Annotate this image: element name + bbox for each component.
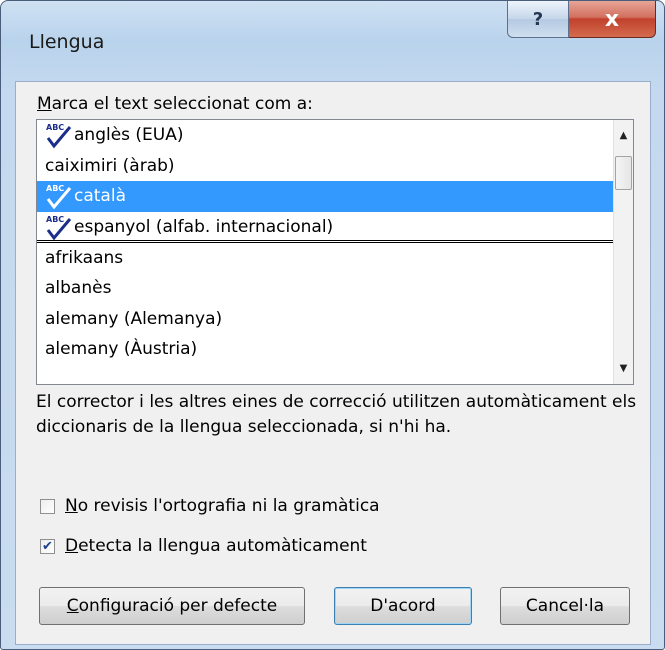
language-name: espanyol (alfab. internacional) [74, 216, 334, 237]
title-bar[interactable]: Llengua ? x [1, 1, 664, 81]
language-name: caiximiri (àrab) [45, 155, 175, 176]
spelling-check-icon: ABC [46, 123, 72, 149]
caption-buttons: ? x [507, 1, 656, 41]
language-name: català [74, 186, 126, 206]
scroll-up-arrow-icon[interactable]: ▲ [614, 126, 633, 145]
cancel-button[interactable]: Cancel·la [500, 587, 630, 625]
no-check-spelling-option[interactable]: No revisis l'ortografia ni la gramàtica [40, 496, 380, 516]
language-list-items: ABC anglès (EUA) caiximiri (àrab) ABC català… [37, 120, 613, 384]
language-name: alemany (Alemanya) [45, 308, 223, 329]
language-list-item[interactable]: alemany (Àustria) [37, 334, 613, 365]
svg-text:ABC: ABC [46, 123, 64, 132]
svg-text:ABC: ABC [46, 215, 64, 224]
language-list-label: Marca el text seleccionat com a: [37, 94, 313, 114]
ok-button[interactable]: D'acord [334, 587, 472, 625]
language-list-item[interactable]: albanès [37, 273, 613, 304]
language-list-item[interactable]: ABC espanyol (alfab. internacional) [37, 212, 613, 243]
svg-text:ABC: ABC [46, 184, 64, 193]
language-list-item[interactable]: ABC català [37, 181, 613, 212]
detect-language-label: Detecta la llengua automàticament [65, 536, 367, 556]
close-button[interactable]: x [569, 1, 656, 38]
detect-language-option[interactable]: ✔ Detecta la llengua automàticament [40, 536, 367, 556]
close-icon: x [604, 6, 620, 32]
language-listbox[interactable]: ABC anglès (EUA) caiximiri (àrab) ABC català… [36, 119, 634, 385]
language-dialog: Llengua ? x Marca el text seleccionat co… [0, 0, 665, 650]
vertical-scrollbar[interactable]: ▲ ▼ [613, 120, 633, 384]
language-list-item[interactable]: ABC anglès (EUA) [37, 120, 613, 151]
language-name: alemany (Àustria) [45, 339, 198, 359]
language-list-item[interactable]: alemany (Alemanya) [37, 304, 613, 335]
info-text: El corrector i les altres eines de corre… [36, 392, 637, 437]
set-default-button[interactable]: Configuració per defecte [39, 587, 305, 625]
spelling-check-icon: ABC [46, 184, 72, 210]
language-list-item[interactable]: caiximiri (àrab) [37, 151, 613, 182]
language-list-item[interactable]: afrikaans [37, 243, 613, 274]
help-button[interactable]: ? [507, 1, 569, 38]
help-icon: ? [532, 8, 544, 30]
spelling-check-icon: ABC [46, 215, 72, 240]
language-name: albanès [45, 278, 112, 298]
language-name: afrikaans [45, 247, 124, 268]
no-check-spelling-checkbox[interactable] [40, 498, 55, 514]
no-check-spelling-label: No revisis l'ortografia ni la gramàtica [65, 496, 380, 516]
scroll-thumb[interactable] [615, 156, 632, 190]
detect-language-checkbox[interactable]: ✔ [40, 538, 55, 554]
scroll-down-arrow-icon[interactable]: ▼ [614, 359, 633, 378]
dialog-title: Llengua [29, 31, 105, 53]
dialog-client-area: Marca el text seleccionat com a: ABC angl… [15, 81, 651, 645]
language-name: anglès (EUA) [74, 125, 184, 145]
